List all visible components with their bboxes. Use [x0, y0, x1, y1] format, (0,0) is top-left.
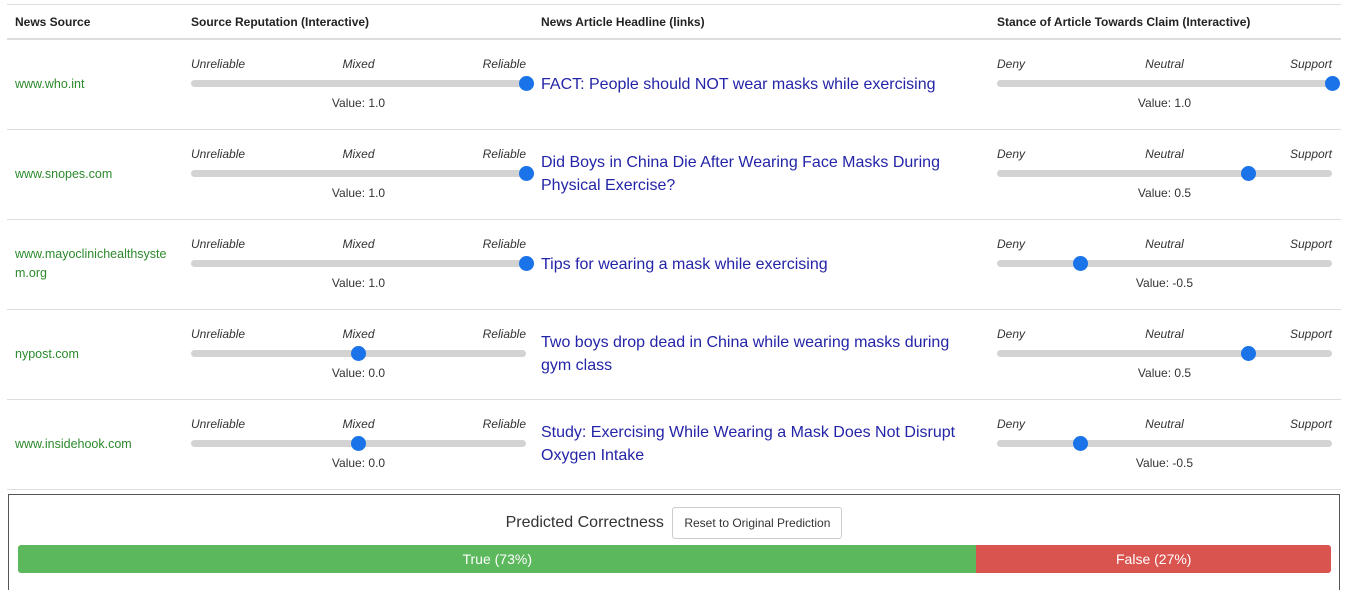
slider-label-reliable: Reliable [482, 417, 526, 431]
stance-value: Value: 1.0 [1137, 96, 1192, 111]
slider-label-neutral: Neutral [1145, 237, 1184, 251]
reputation-value: Value: 1.0 [331, 96, 386, 111]
table-row: www.who.int Unreliable Mixed Reliable Va… [7, 39, 1341, 130]
slider-label-reliable: Reliable [482, 237, 526, 251]
stance-slider-track[interactable] [997, 166, 1332, 181]
article-headline-link[interactable]: FACT: People should NOT wear masks while… [541, 76, 936, 93]
slider-label-mixed: Mixed [342, 237, 375, 251]
slider-label-unreliable: Unreliable [191, 417, 246, 431]
slider-label-deny: Deny [997, 147, 1026, 161]
predicted-correctness-panel: Predicted Correctness Reset to Original … [8, 494, 1340, 590]
correctness-bar: True (73%) False (27%) [18, 545, 1331, 573]
stance-slider-thumb[interactable] [1073, 436, 1089, 451]
slider-label-deny: Deny [997, 57, 1026, 72]
reputation-slider-track[interactable] [191, 436, 526, 451]
slider-label-unreliable: Unreliable [191, 57, 246, 72]
reputation-value: Value: 1.0 [331, 186, 386, 200]
news-source: www.insidehook.com [15, 436, 132, 451]
slider-label-neutral: Neutral [1145, 57, 1184, 72]
reputation-slider-track[interactable] [191, 256, 534, 271]
article-headline-link[interactable]: Tips for wearing a mask while exercising [541, 256, 828, 273]
false-bar-segment: False (27%) [976, 545, 1331, 573]
sources-table: News Source Source Reputation (Interacti… [7, 4, 1341, 490]
article-headline-link[interactable]: Did Boys in China Die After Wearing Face… [541, 154, 940, 194]
slider-label-neutral: Neutral [1145, 147, 1184, 161]
slider-label-deny: Deny [997, 237, 1026, 251]
reputation-slider-thumb[interactable] [518, 76, 534, 92]
predicted-correctness-title: Predicted Correctness [505, 514, 664, 531]
table-row: www.snopes.com Unreliable Mixed Reliable… [7, 129, 1341, 220]
slider-label-reliable: Reliable [482, 147, 526, 161]
reputation-slider-track[interactable] [191, 76, 534, 92]
news-source: www.mayoclinichealthsystem.org [15, 247, 167, 280]
table-row: nypost.com Unreliable Mixed Reliable Val… [7, 309, 1341, 400]
stance-slider-thumb[interactable] [1073, 256, 1089, 271]
reputation-value: Value: 1.0 [331, 276, 386, 290]
reputation-slider: Unreliable Mixed Reliable Value: 1.0 [191, 141, 534, 207]
stance-slider-track[interactable] [997, 256, 1332, 271]
slider-label-support: Support [1289, 327, 1332, 341]
column-header-reputation: Source Reputation (Interactive) [183, 4, 533, 40]
reputation-slider-track[interactable] [191, 166, 534, 181]
news-source: www.snopes.com [15, 166, 113, 181]
table-row: www.mayoclinichealthsystem.org Unreliabl… [7, 219, 1341, 310]
stance-slider: Deny Neutral Support Value: 0.5 [997, 141, 1332, 207]
reputation-slider-thumb[interactable] [518, 256, 534, 271]
stance-slider-thumb[interactable] [1324, 76, 1340, 92]
news-source: www.who.int [15, 76, 85, 91]
stance-value: Value: -0.5 [1135, 456, 1194, 470]
stance-slider-track[interactable] [997, 436, 1332, 451]
stance-slider: Deny Neutral Support Value: 0.5 [997, 321, 1332, 387]
slider-label-mixed: Mixed [342, 57, 375, 72]
stance-slider: Deny Neutral Support Value: -0.5 [997, 231, 1332, 297]
reputation-slider: Unreliable Mixed Reliable Value: 1.0 [191, 51, 534, 117]
reputation-slider-thumb[interactable] [518, 166, 534, 181]
slider-label-reliable: Reliable [482, 57, 526, 72]
stance-value: Value: -0.5 [1135, 276, 1194, 290]
stance-slider-thumb[interactable] [1240, 346, 1256, 361]
column-header-headline: News Article Headline (links) [533, 4, 989, 40]
stance-slider: Deny Neutral Support Value: -0.5 [997, 411, 1332, 477]
slider-label-unreliable: Unreliable [191, 237, 246, 251]
table-header-row: News Source Source Reputation (Interacti… [7, 4, 1341, 40]
claim-evaluation-page: News Source Source Reputation (Interacti… [0, 0, 1347, 590]
stance-slider-track[interactable] [997, 76, 1340, 92]
slider-label-support: Support [1289, 417, 1332, 431]
reputation-slider: Unreliable Mixed Reliable Value: 0.0 [191, 411, 526, 477]
stance-value: Value: 0.5 [1137, 186, 1192, 200]
slider-label-neutral: Neutral [1145, 417, 1184, 431]
stance-value: Value: 0.5 [1137, 366, 1192, 380]
column-header-source: News Source [7, 4, 183, 40]
table-row: www.insidehook.com Unreliable Mixed Reli… [7, 399, 1341, 490]
slider-label-unreliable: Unreliable [191, 327, 246, 341]
article-headline-link[interactable]: Study: Exercising While Wearing a Mask D… [541, 424, 955, 464]
reputation-slider: Unreliable Mixed Reliable Value: 1.0 [191, 231, 534, 297]
slider-label-support: Support [1289, 147, 1332, 161]
news-source: nypost.com [15, 346, 79, 361]
slider-label-deny: Deny [997, 417, 1026, 431]
slider-label-support: Support [1289, 57, 1332, 72]
article-headline-link[interactable]: Two boys drop dead in China while wearin… [541, 334, 949, 374]
reputation-slider-thumb[interactable] [351, 436, 366, 451]
slider-label-neutral: Neutral [1145, 327, 1184, 341]
reputation-value: Value: 0.0 [331, 456, 386, 470]
slider-label-support: Support [1289, 237, 1332, 251]
reputation-slider-thumb[interactable] [351, 346, 366, 361]
stance-slider-track[interactable] [997, 346, 1332, 361]
reputation-value: Value: 0.0 [331, 366, 386, 380]
reputation-slider-track[interactable] [191, 346, 526, 361]
reset-prediction-button[interactable]: Reset to Original Prediction [672, 507, 843, 539]
reputation-slider: Unreliable Mixed Reliable Value: 0.0 [191, 321, 526, 387]
stance-slider: Deny Neutral Support Value: 1.0 [997, 51, 1340, 117]
slider-label-reliable: Reliable [482, 327, 526, 341]
true-bar-segment: True (73%) [18, 545, 977, 573]
slider-label-mixed: Mixed [342, 147, 375, 161]
stance-slider-thumb[interactable] [1240, 166, 1256, 181]
slider-label-mixed: Mixed [342, 417, 375, 431]
column-header-stance: Stance of Article Towards Claim (Interac… [989, 4, 1341, 40]
slider-label-deny: Deny [997, 327, 1026, 341]
slider-label-mixed: Mixed [342, 327, 375, 341]
slider-label-unreliable: Unreliable [191, 147, 246, 161]
